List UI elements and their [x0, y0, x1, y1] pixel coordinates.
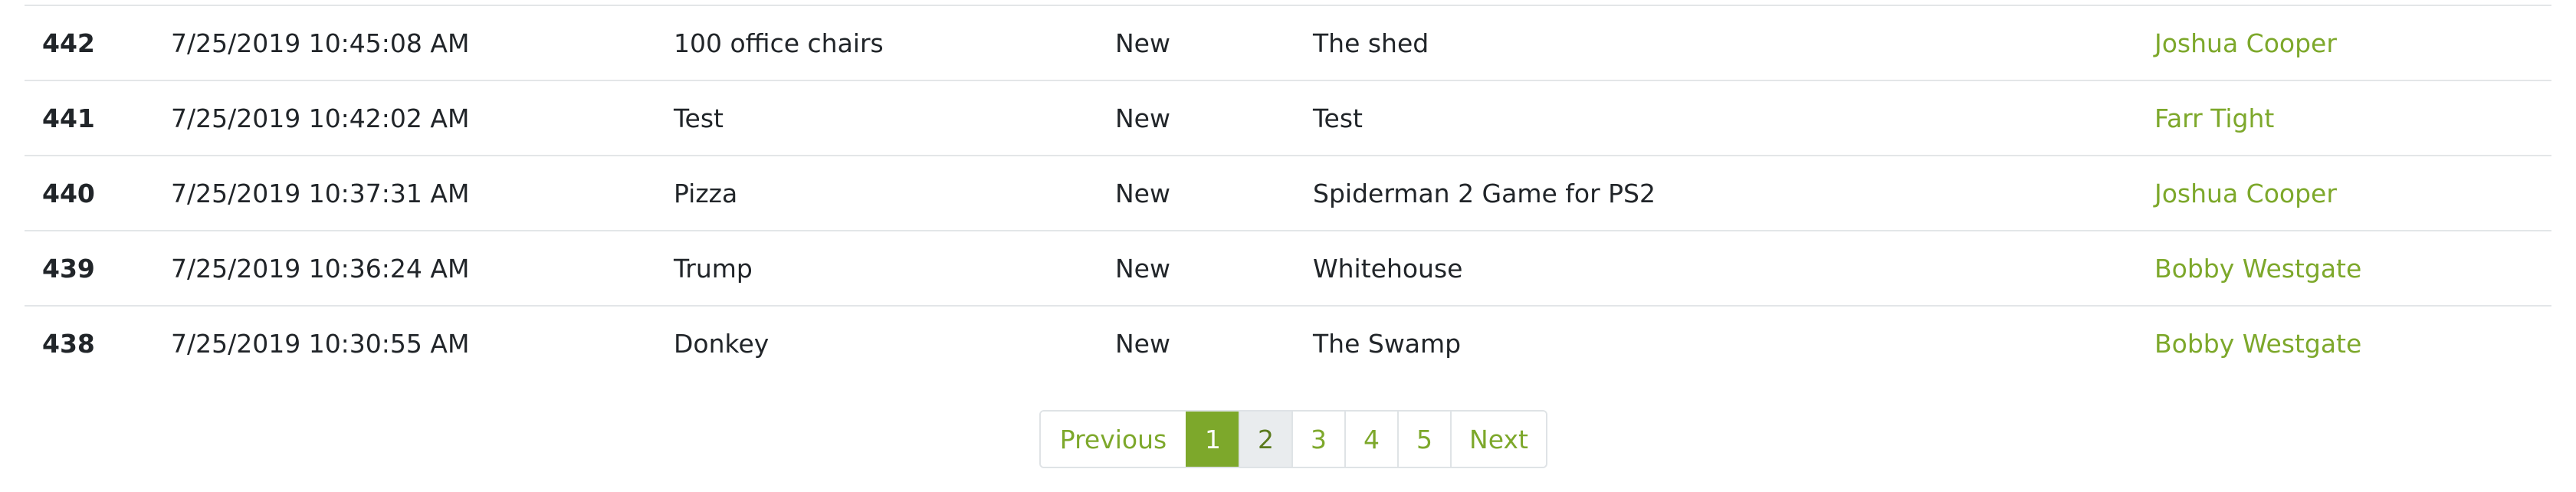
user-link[interactable]: Farr Tight: [2154, 103, 2274, 133]
order-id: 441: [25, 80, 171, 156]
order-status: New: [1115, 80, 1313, 156]
table-row: 441 7/25/2019 10:42:02 AM Test New Test …: [25, 80, 2551, 156]
order-user-cell: Farr Tight: [2154, 80, 2551, 156]
order-user-cell: Bobby Westgate: [2154, 306, 2551, 380]
order-status: New: [1115, 6, 1313, 81]
pagination: Previous 1 2 3 4 5 Next: [1039, 410, 1547, 468]
order-location: Test: [1313, 80, 2154, 156]
order-date: 7/25/2019 10:30:55 AM: [171, 328, 470, 359]
page-2-button[interactable]: 2: [1239, 412, 1291, 467]
order-location: The Swamp: [1313, 328, 1462, 359]
order-user-cell: Bobby Westgate: [2154, 231, 2551, 307]
order-date: 7/25/2019 10:45:08 AM: [171, 6, 674, 81]
orders-table: 442 7/25/2019 10:45:08 AM 100 office cha…: [25, 6, 2551, 380]
order-id: 439: [25, 231, 171, 307]
order-location: The shed: [1313, 6, 2154, 81]
table-row: 440 7/25/2019 10:37:31 AM Pizza New Spid…: [25, 156, 2551, 231]
order-date: 7/25/2019 10:42:02 AM: [171, 80, 674, 156]
order-location: Whitehouse: [1313, 231, 2154, 307]
user-link[interactable]: Bobby Westgate: [2154, 329, 2361, 359]
order-item: Trump: [674, 231, 1115, 307]
order-date: 7/25/2019 10:36:24 AM: [171, 231, 674, 307]
order-id: 438: [42, 328, 95, 359]
previous-page-button[interactable]: Previous: [1041, 412, 1186, 467]
table-row: 442 7/25/2019 10:45:08 AM 100 office cha…: [25, 6, 2551, 81]
order-id: 440: [25, 156, 171, 231]
order-item: Test: [674, 80, 1115, 156]
page-4-button[interactable]: 4: [1344, 412, 1397, 467]
order-item: 100 office chairs: [674, 6, 1115, 81]
page-5-button[interactable]: 5: [1397, 412, 1450, 467]
order-item: Pizza: [674, 156, 1115, 231]
order-item: Donkey: [674, 328, 770, 359]
order-date: 7/25/2019 10:37:31 AM: [171, 156, 674, 231]
table-row: 438 7/25/2019 10:30:55 AM Donkey New The…: [25, 306, 2551, 380]
order-location: Spiderman 2 Game for PS2: [1313, 156, 2154, 231]
user-link[interactable]: Bobby Westgate: [2154, 254, 2361, 284]
user-link[interactable]: Joshua Cooper: [2154, 179, 2337, 208]
page-1-button[interactable]: 1: [1186, 412, 1239, 467]
user-link[interactable]: Joshua Cooper: [2154, 28, 2337, 58]
page-3-button[interactable]: 3: [1291, 412, 1344, 467]
order-id: 442: [25, 6, 171, 81]
order-user-cell: Joshua Cooper: [2154, 156, 2551, 231]
order-status: New: [1115, 328, 1170, 359]
order-status: New: [1115, 231, 1313, 307]
order-user-cell: Joshua Cooper: [2154, 6, 2551, 81]
order-status: New: [1115, 156, 1313, 231]
next-page-button[interactable]: Next: [1450, 412, 1546, 467]
table-row: 439 7/25/2019 10:36:24 AM Trump New Whit…: [25, 231, 2551, 307]
